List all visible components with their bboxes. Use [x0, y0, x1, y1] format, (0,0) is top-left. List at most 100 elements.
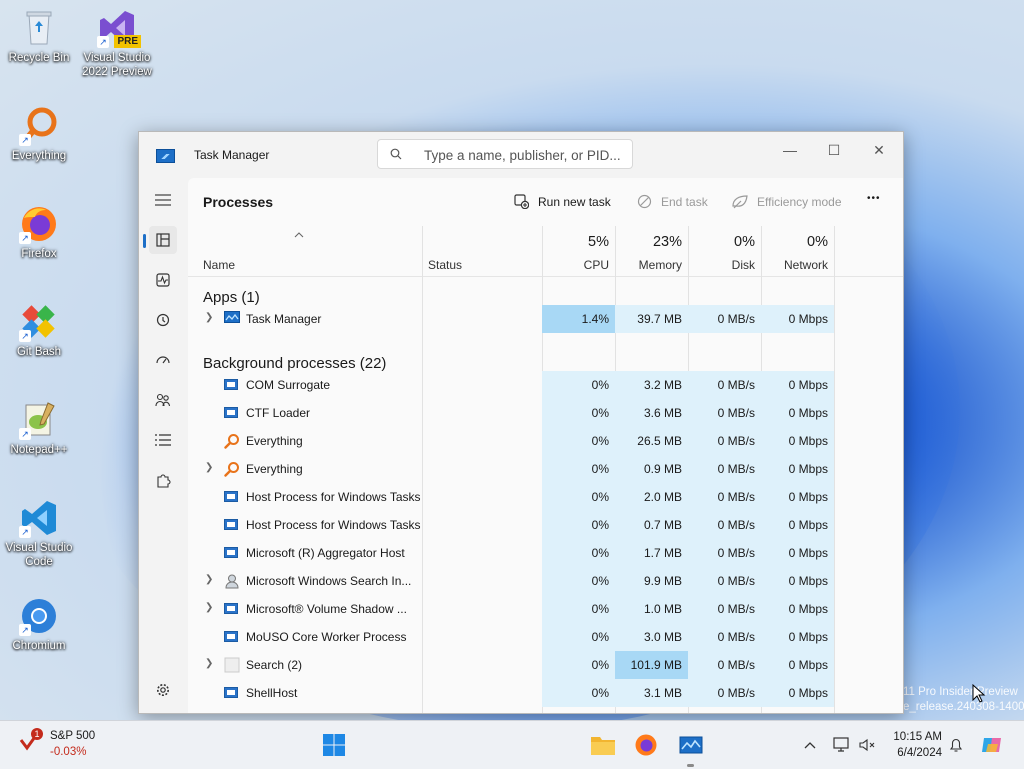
cell-mem: 39.7 MB	[615, 305, 688, 333]
nav-details[interactable]	[149, 426, 177, 454]
more-options-button[interactable]: •••	[867, 193, 881, 204]
efficiency-mode-button[interactable]: Efficiency mode	[732, 194, 842, 209]
windows-build-watermark: 11 Pro Insider Preview e_release.240308-…	[903, 686, 1024, 713]
table-row[interactable]: ❯ Task Manager 1.4% 39.7 MB 0 MB/s 0 Mbps	[188, 305, 834, 333]
stock-widget[interactable]: 1 S&P 500 -0.03%	[18, 728, 128, 762]
process-icon	[224, 311, 240, 327]
hamburger-menu-button[interactable]	[149, 186, 177, 214]
column-header-status[interactable]: Status	[422, 226, 542, 276]
expand-chevron-icon[interactable]: ❯	[205, 659, 215, 669]
shortcut-arrow-icon: ↗	[19, 428, 31, 440]
nav-startup-apps[interactable]	[149, 346, 177, 374]
start-button[interactable]	[320, 731, 348, 759]
cell-cpu: 0%	[542, 427, 615, 455]
table-row[interactable]: Everything 0% 26.5 MB 0 MB/s 0 Mbps	[188, 427, 834, 455]
table-row[interactable]: ❯ Microsoft® Volume Shadow ... 0% 1.0 MB 0 M…	[188, 595, 834, 623]
process-icon	[224, 601, 240, 617]
close-button[interactable]: ✕	[856, 136, 902, 164]
table-row[interactable]: CTF Loader 0% 3.6 MB 0 MB/s 0 Mbps	[188, 399, 834, 427]
run-new-task-button[interactable]: Run new task	[514, 194, 611, 209]
cell-net: 0 Mbps	[761, 399, 834, 427]
chevron-up-icon	[804, 742, 816, 749]
cell-disk: 0 MB/s	[688, 483, 761, 511]
process-name: Microsoft Windows Search In...	[246, 574, 412, 588]
column-header-name[interactable]: Name	[188, 226, 422, 276]
expand-chevron-icon[interactable]: ❯	[205, 575, 215, 585]
desktop-icon-git-bash[interactable]: ↗ Git Bash	[4, 302, 74, 359]
cell-mem: 3.6 MB	[615, 399, 688, 427]
desktop-icon-notepad-plus-plus[interactable]: ↗ Notepad++	[4, 400, 74, 457]
taskbar-firefox[interactable]	[632, 731, 660, 759]
cell-mem: 3.1 MB	[615, 679, 688, 707]
table-row[interactable]: MoUSO Core Worker Process 0% 3.0 MB 0 MB/s 0…	[188, 623, 834, 651]
process-icon	[224, 461, 240, 477]
cell-disk: 0 MB/s	[688, 567, 761, 595]
desktop-icon-visual-studio-preview[interactable]: PRE ↗ Visual Studio 2022 Preview	[82, 8, 152, 79]
expand-chevron-icon[interactable]: ❯	[205, 603, 215, 613]
minimize-button[interactable]: —	[767, 136, 813, 164]
windows-logo-icon	[323, 734, 345, 756]
cell-net: 0 Mbps	[761, 623, 834, 651]
system-clock[interactable]: 10:15 AM 6/4/2024	[893, 729, 942, 761]
task-manager-app-icon	[156, 149, 175, 163]
column-header-disk[interactable]: 0% Disk	[688, 226, 761, 276]
cell-cpu: 0%	[542, 623, 615, 651]
desktop-icon-vscode[interactable]: ↗ Visual Studio Code	[4, 498, 74, 569]
table-row[interactable]: ❯ Search (2) 0% 101.9 MB 0 MB/s 0 Mbps	[188, 651, 834, 679]
table-row[interactable]: ❯ Microsoft Windows Search In... 0% 9.9 MB 0…	[188, 567, 834, 595]
column-header-network[interactable]: 0% Network	[761, 226, 834, 276]
table-row[interactable]: Microsoft (R) Aggregator Host 0% 1.7 MB 0 M…	[188, 539, 834, 567]
search-box[interactable]	[377, 139, 633, 169]
nav-users[interactable]	[149, 386, 177, 414]
network-tray-icon[interactable]	[828, 731, 856, 759]
processes-panel: Processes Run new task End task Efficien…	[188, 178, 903, 713]
table-row[interactable]: Host Process for Windows Tasks 0% 2.0 MB 0 …	[188, 483, 834, 511]
desktop-icon-firefox[interactable]: ↗ Firefox	[4, 204, 74, 261]
cell-disk: 0 MB/s	[688, 651, 761, 679]
mouse-cursor-icon	[972, 684, 986, 703]
show-hidden-icons-button[interactable]	[796, 731, 824, 759]
desktop-icon-recycle-bin[interactable]: Recycle Bin	[4, 8, 74, 65]
performance-icon	[156, 273, 170, 287]
table-row[interactable]: ShellHost 0% 3.1 MB 0 MB/s 0 Mbps	[188, 679, 834, 707]
column-header-cpu[interactable]: 5% CPU	[542, 226, 615, 276]
leaf-icon	[732, 195, 748, 209]
cell-net: 0 Mbps	[761, 539, 834, 567]
cell-disk: 0 MB/s	[688, 399, 761, 427]
end-task-button[interactable]: End task	[637, 194, 708, 209]
services-puzzle-icon	[157, 474, 171, 488]
task-manager-icon	[679, 736, 703, 754]
volume-tray-icon[interactable]	[854, 731, 882, 759]
cell-mem: 0.9 MB	[615, 455, 688, 483]
taskbar-task-manager[interactable]	[677, 731, 705, 767]
expand-chevron-icon[interactable]: ❯	[205, 463, 215, 473]
desktop-icon-everything[interactable]: ↗ Everything	[4, 106, 74, 163]
nav-services[interactable]	[149, 466, 177, 494]
column-header-memory[interactable]: 23% Memory	[615, 226, 688, 276]
notepad-plus-plus-icon: ↗	[19, 400, 59, 440]
desktop-icon-chromium[interactable]: ↗ Chromium	[4, 596, 74, 653]
expand-chevron-icon[interactable]: ❯	[205, 313, 215, 323]
table-row[interactable]: Host Process for Windows Tasks 0% 0.7 MB 0 …	[188, 511, 834, 539]
process-name: Microsoft (R) Aggregator Host	[246, 546, 405, 560]
run-task-icon	[514, 194, 529, 209]
title-bar[interactable]: Task Manager — ☐ ✕	[139, 132, 903, 176]
nav-performance[interactable]	[149, 266, 177, 294]
search-input[interactable]	[422, 145, 626, 165]
maximize-button[interactable]: ☐	[811, 136, 857, 164]
cell-mem: 101.9 MB	[615, 651, 688, 679]
copilot-button[interactable]	[978, 731, 1006, 759]
process-name: Search (2)	[246, 658, 303, 672]
nav-processes[interactable]	[143, 226, 177, 254]
column-divider	[834, 226, 835, 713]
taskbar-file-explorer[interactable]	[589, 731, 617, 759]
nav-app-history[interactable]	[149, 306, 177, 334]
nav-settings[interactable]	[149, 676, 177, 704]
cell-cpu: 0%	[542, 567, 615, 595]
table-row[interactable]: COM Surrogate 0% 3.2 MB 0 MB/s 0 Mbps	[188, 371, 834, 399]
cell-cpu: 0%	[542, 595, 615, 623]
notifications-button[interactable]	[942, 731, 970, 759]
process-icon	[224, 685, 240, 701]
table-row[interactable]: ❯ Everything 0% 0.9 MB 0 MB/s 0 Mbps	[188, 455, 834, 483]
nav-sidebar	[139, 176, 185, 713]
